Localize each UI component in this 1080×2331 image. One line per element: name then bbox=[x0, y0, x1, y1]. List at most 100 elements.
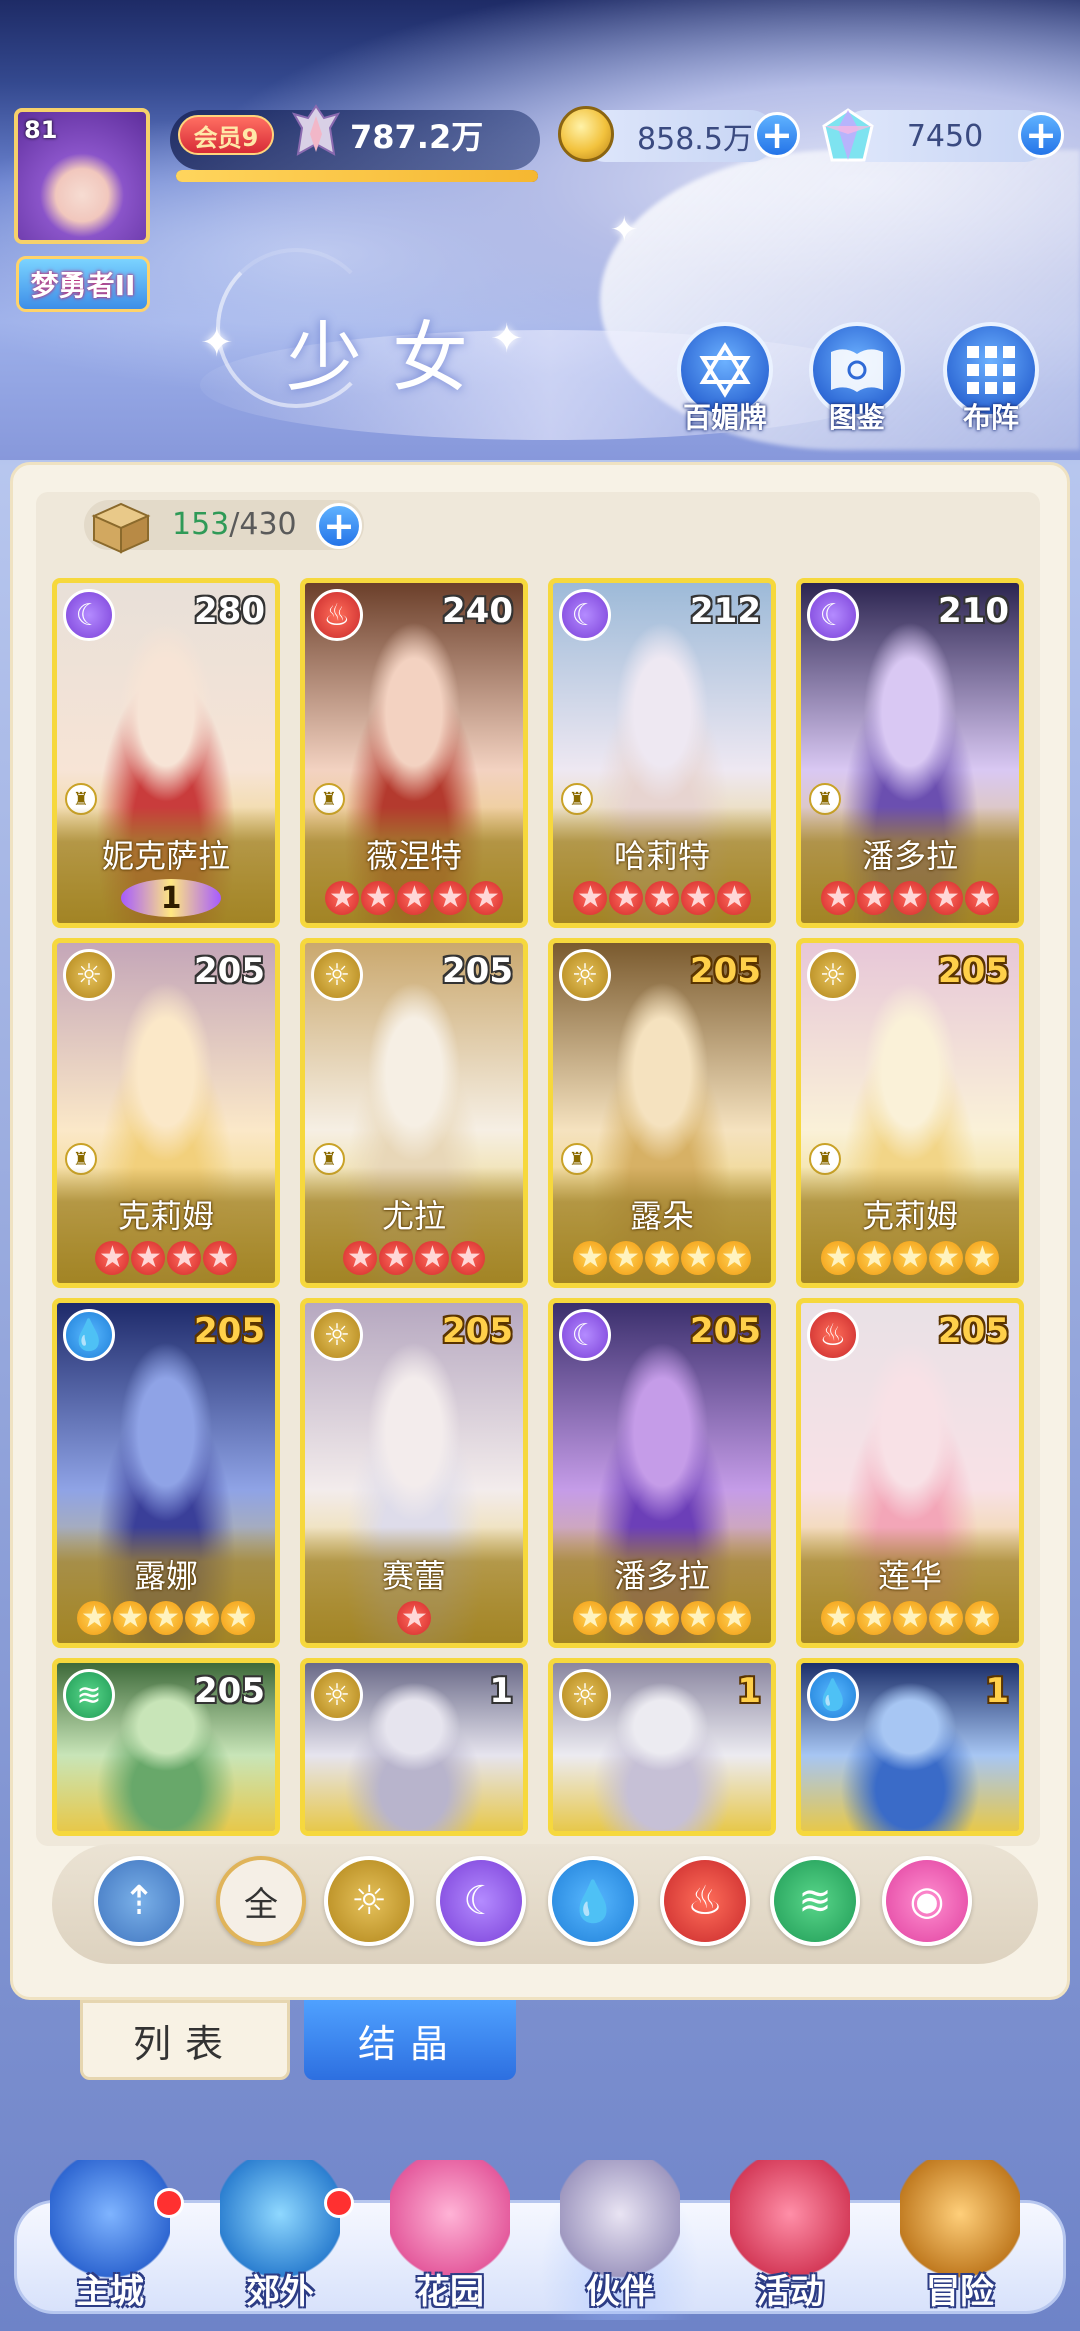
star-icon: ★ bbox=[221, 1601, 255, 1635]
heart-garden-icon bbox=[390, 2160, 510, 2280]
star-icon: ★ bbox=[681, 1601, 715, 1635]
nav-1[interactable]: 郊外 bbox=[200, 2160, 360, 2320]
character-card[interactable]: ☼ 205 ♜ 露朵 ★ ★ ★ ★ ★ bbox=[548, 938, 776, 1288]
star-icon: ★ bbox=[609, 881, 643, 915]
character-level: 205 bbox=[194, 1311, 265, 1351]
character-level: 205 bbox=[690, 951, 761, 991]
star-icon: ★ bbox=[717, 1601, 751, 1635]
gift-box-icon bbox=[730, 2160, 850, 2280]
add-gold-button[interactable]: + bbox=[754, 112, 800, 158]
star-icon: ★ bbox=[857, 881, 891, 915]
element-sun-icon: ☼ bbox=[63, 949, 115, 1001]
star-icon: ★ bbox=[893, 1241, 927, 1275]
nav-3[interactable]: 伙伴 bbox=[540, 2160, 700, 2320]
user-title-badge[interactable]: 梦勇者II bbox=[16, 256, 150, 312]
star-icon: ★ bbox=[415, 1241, 449, 1275]
character-name: 克莉姆 bbox=[861, 1197, 958, 1235]
character-card[interactable]: ☾ 212 ♜ 哈莉特 ★ ★ ★ ★ ★ bbox=[548, 578, 776, 928]
star-icon: ★ bbox=[929, 1241, 963, 1275]
hundred-charm-card-button[interactable]: 百媚牌 bbox=[670, 322, 780, 442]
element-sun-icon: ☼ bbox=[311, 949, 363, 1001]
star-icon: ★ bbox=[361, 881, 395, 915]
character-card[interactable]: ☾ 280 ♜ 妮克萨拉 1 bbox=[52, 578, 280, 928]
character-card[interactable]: ♨ 205 莲华 ★ ★ ★ ★ ★ bbox=[796, 1298, 1024, 1648]
star-icon: ★ bbox=[929, 881, 963, 915]
star-icon: ★ bbox=[167, 1241, 201, 1275]
character-card[interactable]: ☼ 205 ♜ 克莉姆 ★ ★ ★ ★ ★ bbox=[796, 938, 1024, 1288]
star-icon: ★ bbox=[717, 881, 751, 915]
gem-value: 7450 bbox=[906, 118, 984, 154]
filter-water-button[interactable]: 💧 bbox=[548, 1856, 638, 1946]
character-card[interactable]: 💧 1 bbox=[796, 1658, 1024, 1836]
menu-label: 布阵 bbox=[962, 401, 1019, 434]
tab-list[interactable]: 列表 bbox=[80, 2000, 290, 2080]
character-name: 尤拉 bbox=[381, 1197, 446, 1235]
castle-icon bbox=[50, 2160, 170, 2280]
character-name: 薇涅特 bbox=[365, 837, 462, 875]
filter-fire-button[interactable]: ♨ bbox=[660, 1856, 750, 1946]
nav-label: 郊外 bbox=[246, 2272, 314, 2312]
star-icon: ★ bbox=[469, 881, 503, 915]
character-level: 212 bbox=[690, 591, 761, 631]
character-level: 205 bbox=[938, 951, 1009, 991]
formation-button[interactable]: 布阵 bbox=[936, 322, 1046, 442]
star-icon: ★ bbox=[965, 881, 999, 915]
box-icon bbox=[91, 502, 151, 554]
page-title: 少女 bbox=[286, 313, 498, 402]
menu-label: 图鉴 bbox=[828, 401, 885, 434]
element-sun-icon: ☼ bbox=[807, 949, 859, 1001]
character-card[interactable]: ☼ 1 bbox=[300, 1658, 528, 1836]
element-moon-icon: ☾ bbox=[63, 589, 115, 641]
character-card[interactable]: ☼ 205 ♜ 尤拉 ★ ★ ★ ★ bbox=[300, 938, 528, 1288]
filter-heart-button[interactable]: ◉ bbox=[882, 1856, 972, 1946]
filter-moon-button[interactable]: ☾ bbox=[436, 1856, 526, 1946]
star-icon: ★ bbox=[185, 1601, 219, 1635]
character-card[interactable]: ♨ 240 ♜ 薇涅特 ★ ★ ★ ★ ★ bbox=[300, 578, 528, 928]
element-moon-icon: ☾ bbox=[807, 589, 859, 641]
nav-0[interactable]: 主城 bbox=[30, 2160, 190, 2320]
character-card[interactable]: ☾ 205 潘多拉 ★ ★ ★ ★ ★ bbox=[548, 1298, 776, 1648]
star-icon: ★ bbox=[573, 1601, 607, 1635]
capacity-text: 153/430 bbox=[172, 507, 297, 542]
element-sun-icon: ☼ bbox=[559, 1669, 611, 1721]
tab-crystal[interactable]: 结晶 bbox=[304, 2000, 516, 2080]
filter-all-button[interactable]: 全 bbox=[216, 1856, 306, 1946]
star-icon: ★ bbox=[929, 1601, 963, 1635]
player-avatar[interactable]: 81 bbox=[14, 108, 150, 244]
star-rating: ★ ★ ★ ★ ★ bbox=[801, 1240, 1019, 1275]
star-icon: ★ bbox=[573, 881, 607, 915]
compass-icon bbox=[900, 2160, 1020, 2280]
menu-label: 百媚牌 bbox=[682, 401, 767, 434]
expand-capacity-button[interactable]: + bbox=[316, 503, 362, 549]
character-card[interactable]: ☼ 205 ♜ 克莉姆 ★ ★ ★ ★ bbox=[52, 938, 280, 1288]
character-name: 露娜 bbox=[133, 1557, 198, 1595]
character-name: 妮克萨拉 bbox=[101, 837, 230, 875]
character-card[interactable]: 💧 205 露娜 ★ ★ ★ ★ ★ bbox=[52, 1298, 280, 1648]
gem-icon bbox=[822, 108, 874, 162]
partner-icon bbox=[560, 2160, 680, 2280]
element-moon-icon: ☾ bbox=[559, 1309, 611, 1361]
collapse-filter-button[interactable]: ⇡ bbox=[94, 1856, 184, 1946]
element-sun-icon: ☼ bbox=[559, 949, 611, 1001]
codex-button[interactable]: 图鉴 bbox=[802, 322, 912, 442]
filter-sun-button[interactable]: ☼ bbox=[324, 1856, 414, 1946]
character-card[interactable]: ☼ 205 赛蕾 ★ bbox=[300, 1298, 528, 1648]
star-icon: ★ bbox=[717, 1241, 751, 1275]
filter-wind-button[interactable]: ≋ bbox=[770, 1856, 860, 1946]
capacity-max: /430 bbox=[229, 507, 297, 542]
character-card[interactable]: ☾ 210 ♜ 潘多拉 ★ ★ ★ ★ ★ bbox=[796, 578, 1024, 928]
character-card[interactable]: ≋ 205 bbox=[52, 1658, 280, 1836]
character-level: 205 bbox=[938, 1311, 1009, 1351]
add-gem-button[interactable]: + bbox=[1018, 112, 1064, 158]
star-icon: ★ bbox=[645, 881, 679, 915]
sparkle-icon: ✦ bbox=[200, 320, 234, 366]
nav-5[interactable]: 冒险 bbox=[880, 2160, 1040, 2320]
nav-4[interactable]: 活动 bbox=[710, 2160, 870, 2320]
capacity-current: 153 bbox=[172, 507, 230, 542]
nav-label: 活动 bbox=[756, 2272, 824, 2312]
star-icon: ★ bbox=[203, 1241, 237, 1275]
character-card[interactable]: ☼ 1 bbox=[548, 1658, 776, 1836]
vip-badge[interactable]: 会员9 bbox=[178, 115, 274, 155]
nav-2[interactable]: 花园 bbox=[370, 2160, 530, 2320]
star-icon: ★ bbox=[681, 881, 715, 915]
